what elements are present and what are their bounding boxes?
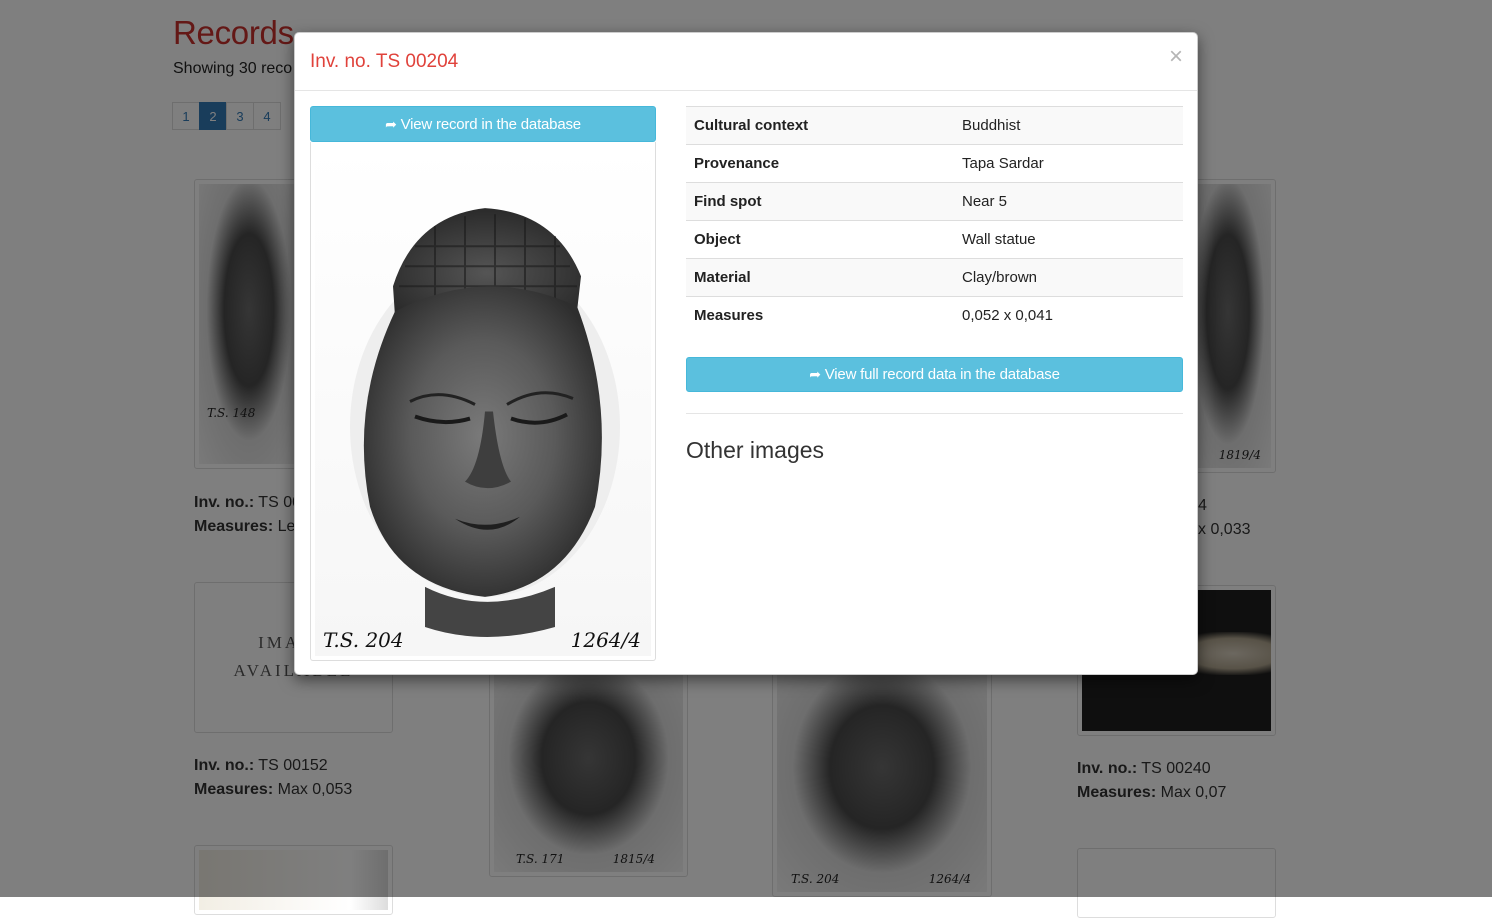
detail-value: Clay/brown [954, 258, 1183, 297]
record-details-table: Cultural context Buddhist Provenance Tap… [686, 106, 1183, 335]
detail-label: Provenance [686, 144, 954, 183]
share-arrow-icon: ➦ [385, 115, 397, 132]
table-row: Measures 0,052 x 0,041 [686, 296, 1183, 335]
view-record-label: View record in the database [400, 115, 581, 133]
view-record-button[interactable]: ➦ View record in the database [310, 106, 656, 142]
detail-value: Buddhist [954, 106, 1183, 145]
close-icon: × [1168, 43, 1183, 70]
modal-header: Inv. no. TS 00204 × [295, 33, 1197, 91]
detail-label: Material [686, 258, 954, 297]
share-arrow-icon: ➦ [809, 366, 821, 382]
close-button[interactable]: × [1169, 45, 1183, 69]
view-full-record-label: View full record data in the database [824, 366, 1060, 383]
divider [686, 413, 1183, 414]
table-row: Provenance Tapa Sardar [686, 144, 1183, 183]
view-full-record-button[interactable]: ➦ View full record data in the database [686, 357, 1183, 392]
photo-caption-left: T.S. 204 [323, 628, 404, 652]
table-row: Object Wall statue [686, 220, 1183, 259]
detail-label: Cultural context [686, 106, 954, 145]
detail-label: Measures [686, 296, 954, 335]
photo-caption-right: 1264/4 [570, 628, 641, 652]
record-modal: Inv. no. TS 00204 × ➦ View record in the… [294, 32, 1198, 675]
detail-value: 0,052 x 0,041 [954, 296, 1183, 335]
detail-value: Tapa Sardar [954, 144, 1183, 183]
buddha-head-photo [350, 208, 620, 637]
photo-frame: T.S. 204 1264/4 [315, 146, 651, 656]
detail-value: Wall statue [954, 220, 1183, 259]
table-row: Find spot Near 5 [686, 182, 1183, 221]
detail-label: Object [686, 220, 954, 259]
table-row: Material Clay/brown [686, 258, 1183, 297]
detail-label: Find spot [686, 182, 954, 221]
table-row: Cultural context Buddhist [686, 106, 1183, 145]
other-images-heading: Other images [686, 437, 825, 463]
record-main-image[interactable]: T.S. 204 1264/4 [310, 142, 656, 661]
modal-title: Inv. no. TS 00204 [310, 51, 459, 72]
detail-value: Near 5 [954, 182, 1183, 221]
